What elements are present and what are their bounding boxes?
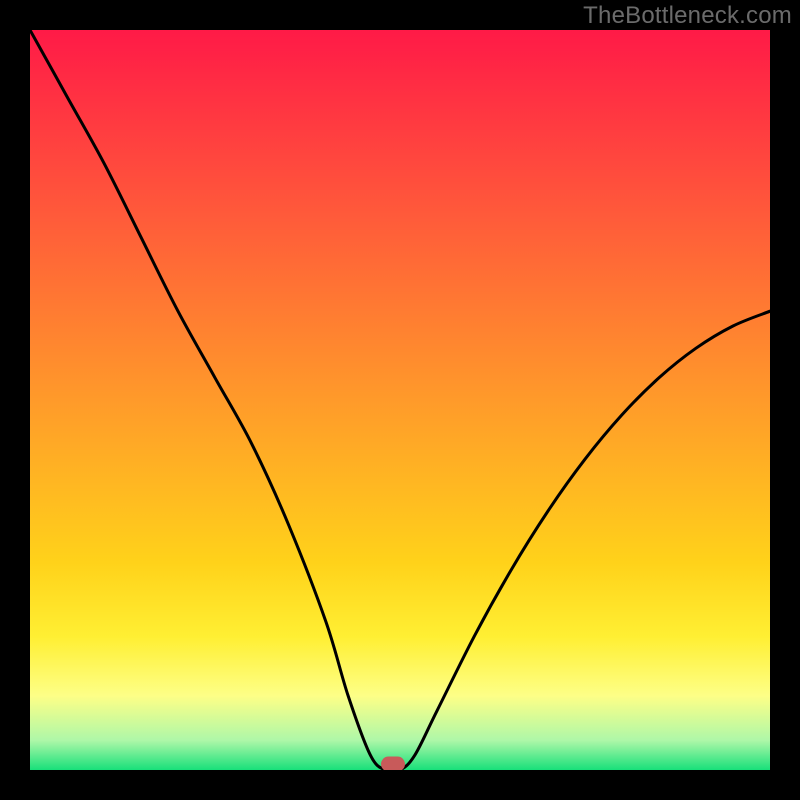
optimal-point-marker <box>381 757 405 771</box>
gradient-background <box>30 30 770 770</box>
chart-svg <box>30 30 770 770</box>
plot-area <box>30 30 770 770</box>
chart-frame: TheBottleneck.com <box>0 0 800 800</box>
watermark-text: TheBottleneck.com <box>583 2 792 30</box>
